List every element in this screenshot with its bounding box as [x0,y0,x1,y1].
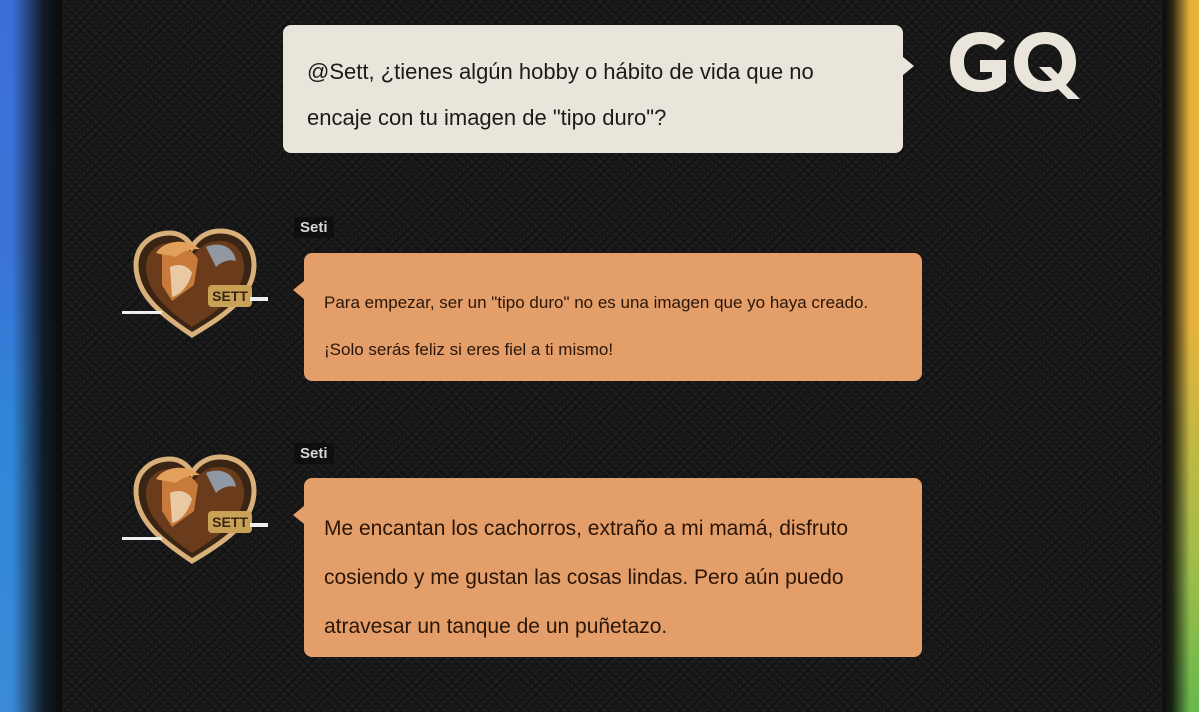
reply-bubble: Para empezar, ser un "tipo duro" no es u… [293,253,922,381]
bubble-tail [293,506,304,524]
reply-line: cosiendo y me gustan las cosas lindas. P… [324,566,844,589]
reply-bubble: Me encantan los cachorros, extraño a mi … [293,478,922,657]
gq-logo-icon [950,32,1080,99]
reply-line: ¡Solo serás feliz si eres fiel a ti mism… [324,340,614,359]
avatar-label: SETT [212,288,248,304]
sett-avatar-icon: SETT [122,454,268,564]
question-line-2: encaje con tu imagen de "tipo duro"? [307,105,667,130]
sett-avatar-icon: SETT [122,228,268,338]
left-edge-shadow [0,0,62,712]
avatar-label: SETT [212,514,248,530]
reply-line: Me encantan los cachorros, extraño a mi … [324,517,849,540]
question-bubble: @Sett, ¿tienes algún hobby o hábito de v… [283,25,914,153]
bubble-tail [903,57,914,75]
question-line-1: @Sett, ¿tienes algún hobby o hábito de v… [307,59,814,84]
author-name: Seti [294,443,334,464]
author-name: Seti [294,217,334,238]
reply-line: Para empezar, ser un "tipo duro" no es u… [324,293,869,312]
bubble-tail [293,281,304,299]
reply-line: atravesar un tanque de un puñetazo. [324,615,668,638]
right-edge-shadow [1163,0,1199,712]
